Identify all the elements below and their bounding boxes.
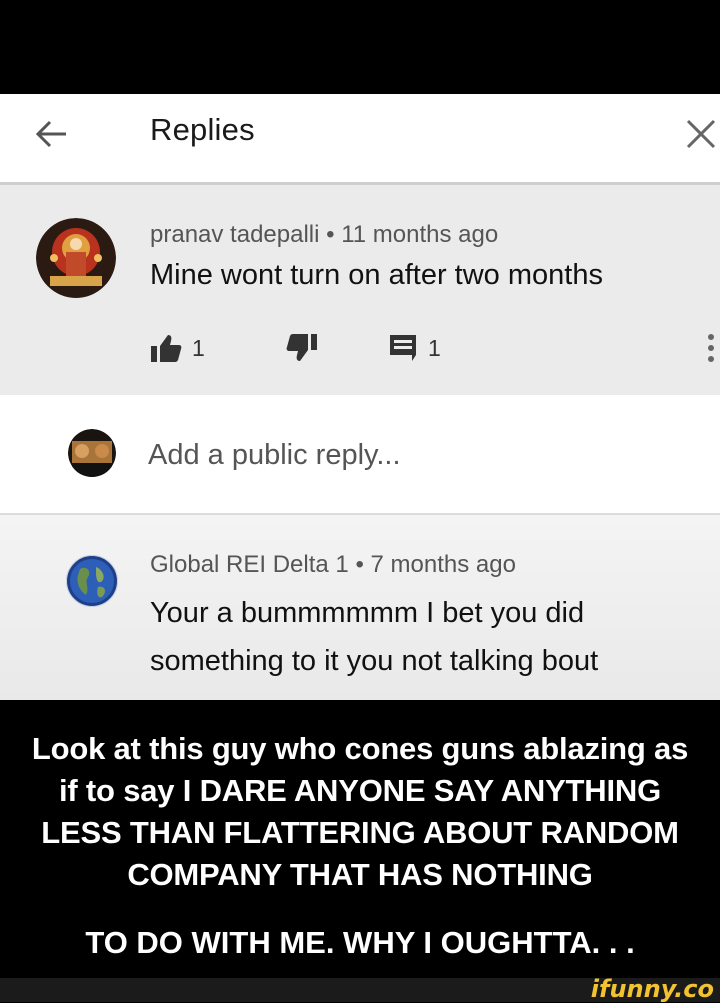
reply-meta: Global REI Delta 1 • 7 months ago — [150, 551, 516, 579]
reply-author[interactable]: Global REI Delta 1 — [150, 551, 349, 578]
page-title: Replies — [150, 112, 255, 147]
caption-line: TO DO WITH ME. WHY I OUGHTTA. . . — [85, 925, 635, 960]
user-avatar — [68, 429, 116, 477]
comment-meta: pranav tadepalli • 11 months ago — [150, 221, 498, 249]
avatar[interactable] — [66, 555, 118, 607]
like-count: 1 — [192, 334, 205, 361]
more-vert-icon[interactable] — [705, 331, 717, 365]
public-reply-input[interactable] — [148, 435, 668, 475]
top-black-bar — [0, 0, 720, 94]
caption-line: LESS THAN FLATTERING ABOUT RANDOM — [41, 815, 679, 850]
reply-comment-icon — [390, 335, 416, 361]
meta-separator: • — [326, 221, 335, 248]
meme-caption: Look at this guy who cones guns ablazing… — [0, 728, 720, 896]
reply-item: Global REI Delta 1 • 7 months ago Your a… — [0, 515, 720, 700]
reply-time: 7 months ago — [370, 551, 516, 578]
like-button[interactable]: 1 — [150, 331, 205, 365]
reply-compose-row — [0, 395, 720, 515]
dislike-button[interactable] — [286, 331, 318, 365]
parent-comment: pranav tadepalli • 11 months ago Mine wo… — [0, 185, 720, 395]
avatar[interactable] — [36, 218, 116, 298]
comment-author[interactable]: pranav tadepalli — [150, 221, 319, 248]
back-arrow-icon[interactable] — [32, 114, 72, 154]
reply-text-line: Your a bummmmmm I bet you did — [150, 597, 585, 629]
ifunny-watermark: ifunny.co — [590, 975, 714, 1003]
reply-text-line: something to it you not talking bout — [150, 645, 599, 677]
comment-actions: 1 1 — [150, 331, 720, 365]
reply-button[interactable]: 1 — [388, 331, 441, 365]
meta-separator: • — [355, 551, 364, 578]
replies-header: Replies — [0, 94, 720, 185]
caption-line: if to say I DARE ANYONE SAY ANYTHING — [58, 773, 661, 808]
thumbs-down-icon — [286, 334, 317, 361]
comment-time: 11 months ago — [341, 221, 499, 248]
close-icon[interactable] — [682, 114, 720, 154]
reply-count: 1 — [428, 334, 441, 361]
comment-text: Mine wont turn on after two months — [150, 259, 603, 291]
thumbs-up-icon — [151, 335, 182, 362]
caption-line: Look at this guy who cones guns ablazing… — [31, 731, 689, 766]
caption-line: COMPANY THAT HAS NOTHING — [127, 857, 593, 892]
reply-text: Your a bummmmmm I bet you did something … — [150, 589, 710, 685]
